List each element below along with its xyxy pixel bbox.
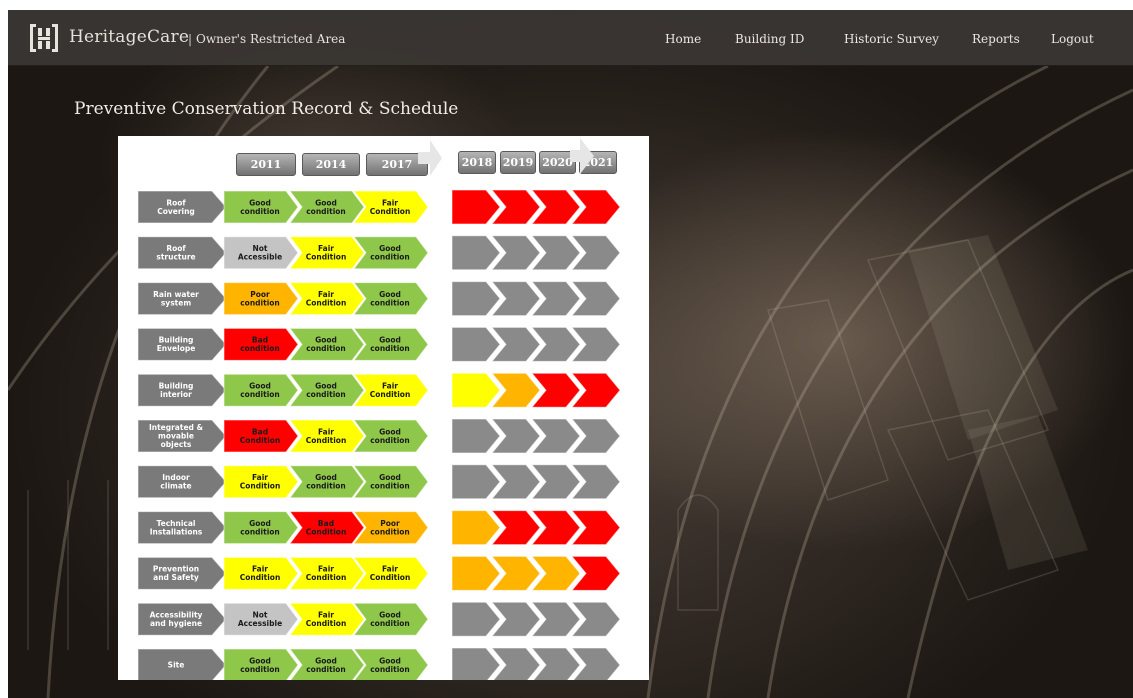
condition-grid: Roof CoveringGood conditionGood conditionFa… [137, 138, 621, 680]
schedule-panel: 2011 2014 2017 2018 2019 2020 2021 Roof C… [118, 136, 649, 680]
nav-home[interactable]: Home [665, 32, 701, 46]
forecast-chevron [451, 281, 501, 317]
timeline-arrow-icon [418, 140, 442, 176]
forecast-chevron [451, 510, 501, 546]
category-label: Indoor climate [160, 473, 191, 491]
category-label: Accessibility and hygiene [150, 610, 203, 628]
category-label: Building Envelope [157, 336, 196, 354]
page-frame: HeritageCare | Owner's Restricted Area H… [8, 10, 1133, 698]
category-label: Technical Installations [150, 519, 203, 537]
category-label: Building interior [159, 381, 194, 399]
nav-logout[interactable]: Logout [1051, 32, 1094, 46]
category-label: Prevention and Safety [153, 565, 199, 583]
nav-reports[interactable]: Reports [972, 32, 1020, 46]
forecast-chevron [451, 464, 501, 500]
page-title: Preventive Conservation Record & Schedul… [74, 99, 459, 119]
forecast-chevron [451, 647, 501, 680]
forecast-chevron [451, 601, 501, 637]
forecast-chevron [451, 326, 501, 362]
forecast-chevron [451, 418, 501, 454]
forecast-chevron [451, 189, 501, 225]
nav-building-id[interactable]: Building ID [735, 32, 804, 46]
forecast-chevron [451, 555, 501, 591]
nav-historic-survey[interactable]: Historic Survey [844, 32, 939, 46]
forecast-chevron [451, 235, 501, 271]
brand-separator: | [188, 32, 193, 46]
heritagecare-logo-icon[interactable] [28, 22, 60, 54]
brand-name[interactable]: HeritageCare [69, 27, 189, 47]
timeline-arrow-icon [570, 138, 594, 174]
header-bar: HeritageCare | Owner's Restricted Area H… [8, 10, 1133, 66]
forecast-chevron [451, 372, 501, 408]
category-label: Site [168, 661, 185, 670]
area-label: Owner's Restricted Area [196, 32, 346, 46]
